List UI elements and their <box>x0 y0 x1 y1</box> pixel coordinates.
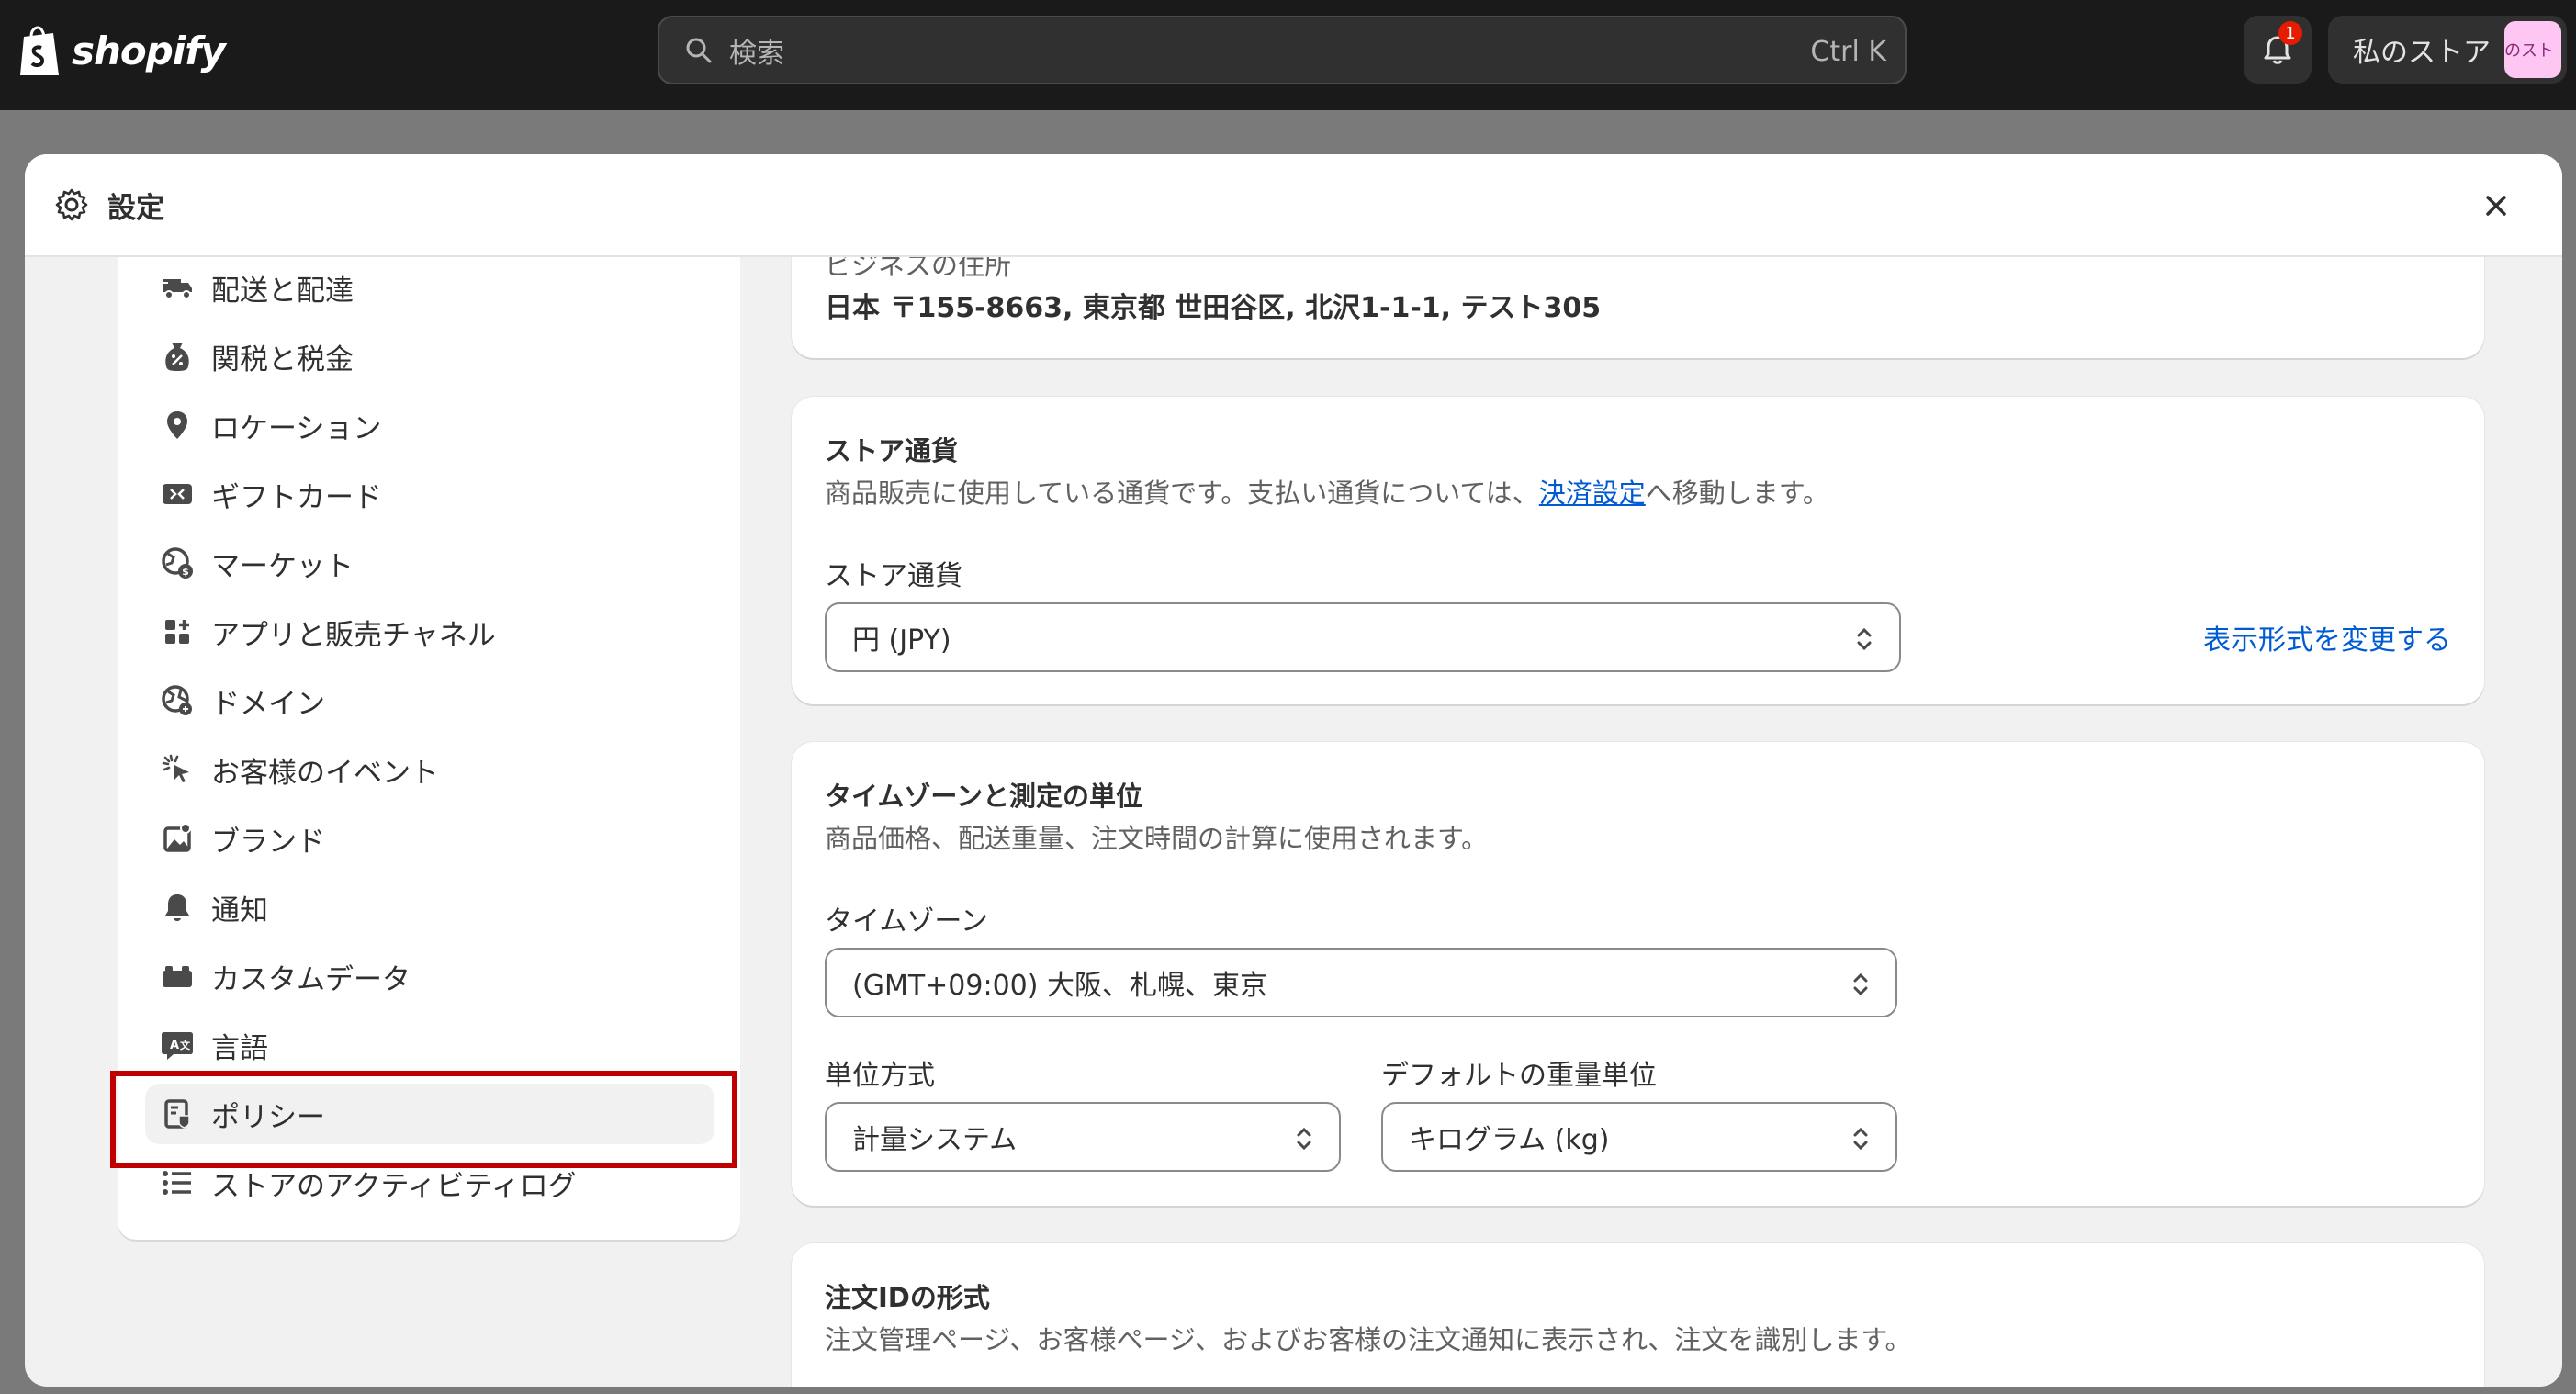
sidebar-item-shipping[interactable]: 配送と配達 <box>145 257 714 318</box>
sidebar-item-brand[interactable]: ブランド <box>145 808 714 869</box>
store-avatar: のスト <box>2504 21 2561 78</box>
store-currency-card: ストア通貨 商品販売に使用している通貨です。支払い通貨については、決済設定へ移動… <box>792 397 2484 704</box>
sidebar-item-label: カスタムデータ <box>211 962 411 996</box>
bell-icon <box>160 890 195 925</box>
sidebar-item-notifications[interactable]: 通知 <box>145 877 714 938</box>
search-shortcut: Ctrl K <box>1810 36 1886 68</box>
timezone-select[interactable]: (GMT+09:00) 大阪、札幌、東京 <box>825 948 1897 1017</box>
brand-image-icon <box>160 821 195 856</box>
sidebar-item-apps-channels[interactable]: アプリと販売チャネル <box>145 601 714 662</box>
field-label: タイムゾーン <box>825 905 988 938</box>
card-description: 商品価格、配送重量、注文時間の計算に使用されます。 <box>825 823 1489 854</box>
card-title: タイムゾーンと測定の単位 <box>825 781 1142 812</box>
field-label: ストア通貨 <box>825 560 962 592</box>
svg-text:$: $ <box>182 566 189 578</box>
sidebar-item-label: ギフトカード <box>211 480 382 514</box>
sidebar-item-duties-taxes[interactable]: 関税と税金 <box>145 326 714 387</box>
sidebar-item-label: ドメイン <box>211 687 325 721</box>
chevron-up-down-icon <box>1857 627 1872 651</box>
sidebar-item-label: ロケーション <box>211 411 382 445</box>
chevron-up-down-icon <box>1853 1127 1868 1151</box>
sidebar-item-label: 配送と配達 <box>211 274 354 308</box>
gift-card-icon <box>160 477 195 512</box>
sidebar-item-label: マーケット <box>211 549 354 583</box>
location-pin-icon <box>160 408 195 443</box>
settings-modal: 設定 配送と配達 関税と税金 ロケーション ギフトカード $ マーケット アプリ… <box>25 154 2562 1387</box>
search-icon <box>686 38 712 62</box>
order-id-format-card: 注文IDの形式 注文管理ページ、お客様ページ、およびお客様の注文通知に表示され、… <box>792 1243 2484 1387</box>
globe-dollar-icon: $ <box>160 545 195 580</box>
currency-select[interactable]: 円 (JPY) <box>825 602 1901 672</box>
list-icon <box>160 1165 195 1200</box>
card-title: ストア通貨 <box>825 435 959 467</box>
tax-bag-icon <box>160 339 195 374</box>
globe-icon <box>160 683 195 718</box>
select-value: キログラム (kg) <box>1409 1124 1610 1156</box>
sidebar-item-locations[interactable]: ロケーション <box>145 395 714 455</box>
sidebar-item-label: ブランド <box>211 825 325 859</box>
shopify-bag-icon <box>20 26 59 75</box>
truck-icon <box>160 270 195 305</box>
shopify-logo[interactable]: shopify <box>17 24 226 77</box>
logo-text: shopify <box>72 28 226 73</box>
select-value: 円 (JPY) <box>852 624 951 657</box>
select-value: (GMT+09:00) 大阪、札幌、東京 <box>852 970 1267 1002</box>
store-menu-button[interactable]: 私のストア のスト <box>2328 16 2567 84</box>
language-icon: A文 <box>160 1028 195 1062</box>
sidebar-item-domains[interactable]: ドメイン <box>145 670 714 731</box>
card-description: 注文管理ページ、お客様ページ、およびお客様の注文通知に表示され、注文を識別します… <box>825 1324 1912 1355</box>
gear-icon <box>55 188 88 221</box>
weight-unit-select[interactable]: キログラム (kg) <box>1381 1102 1897 1172</box>
modal-header: 設定 <box>25 154 2562 257</box>
sidebar-item-custom-data[interactable]: カスタムデータ <box>145 946 714 1006</box>
desc-text: 商品販売に使用している通貨です。支払い通貨については、 <box>825 478 1539 509</box>
search-bar[interactable]: 検索 Ctrl K <box>658 16 1907 84</box>
chevron-up-down-icon <box>1297 1127 1311 1151</box>
svg-text:文: 文 <box>180 1039 191 1051</box>
sidebar-item-label: アプリと販売チャネル <box>211 618 496 652</box>
field-label: 単位方式 <box>825 1060 935 1092</box>
timezone-units-card: タイムゾーンと測定の単位 商品価格、配送重量、注文時間の計算に使用されます。 タ… <box>792 742 2484 1206</box>
sidebar-item-customer-events[interactable]: お客様のイベント <box>145 739 714 800</box>
notification-badge: 1 <box>2278 21 2302 45</box>
change-format-link[interactable]: 表示形式を変更する <box>2203 617 2451 658</box>
card-description: 商品販売に使用している通貨です。支払い通貨については、決済設定へ移動します。 <box>825 472 1829 511</box>
store-name: 私のストア <box>2353 37 2491 69</box>
sidebar-item-markets[interactable]: $ マーケット <box>145 533 714 593</box>
payment-settings-link[interactable]: 決済設定 <box>1539 478 1646 509</box>
sidebar-item-label: お客様のイベント <box>211 756 439 790</box>
business-address-card: ビジネスの住所 日本 〒155-8663, 東京都 世田谷区, 北沢1-1-1,… <box>792 257 2484 358</box>
unit-system-select[interactable]: 計量システム <box>825 1102 1341 1172</box>
chevron-up-down-icon <box>1853 972 1868 996</box>
notifications-button[interactable]: 1 <box>2244 16 2312 84</box>
close-icon <box>2486 196 2506 216</box>
sidebar-item-label: ストアのアクティビティログ <box>211 1169 577 1203</box>
sidebar-item-gift-cards[interactable]: ギフトカード <box>145 464 714 524</box>
sidebar-item-label: 通知 <box>211 894 268 927</box>
desc-text: へ移動します。 <box>1645 478 1829 509</box>
sidebar-item-label: 言語 <box>211 1031 268 1065</box>
cursor-click-icon <box>160 752 195 787</box>
top-bar: shopify 検索 Ctrl K 1 私のストア のスト <box>0 0 2576 110</box>
close-button[interactable] <box>2478 187 2514 224</box>
field-label: デフォルトの重量単位 <box>1381 1060 1657 1092</box>
search-placeholder: 検索 <box>729 37 784 70</box>
custom-data-icon <box>160 959 195 994</box>
sidebar-item-languages[interactable]: A文 言語 <box>145 1015 714 1075</box>
svg-text:A: A <box>170 1039 179 1052</box>
business-address: 日本 〒155-8663, 東京都 世田谷区, 北沢1-1-1, テスト305 <box>825 292 1602 324</box>
sidebar-item-label: 関税と税金 <box>211 343 354 377</box>
highlight-box <box>110 1071 737 1168</box>
modal-title: 設定 <box>107 191 164 225</box>
card-title: 注文IDの形式 <box>825 1282 990 1313</box>
select-value: 計量システム <box>852 1124 1018 1156</box>
apps-icon <box>160 614 195 649</box>
